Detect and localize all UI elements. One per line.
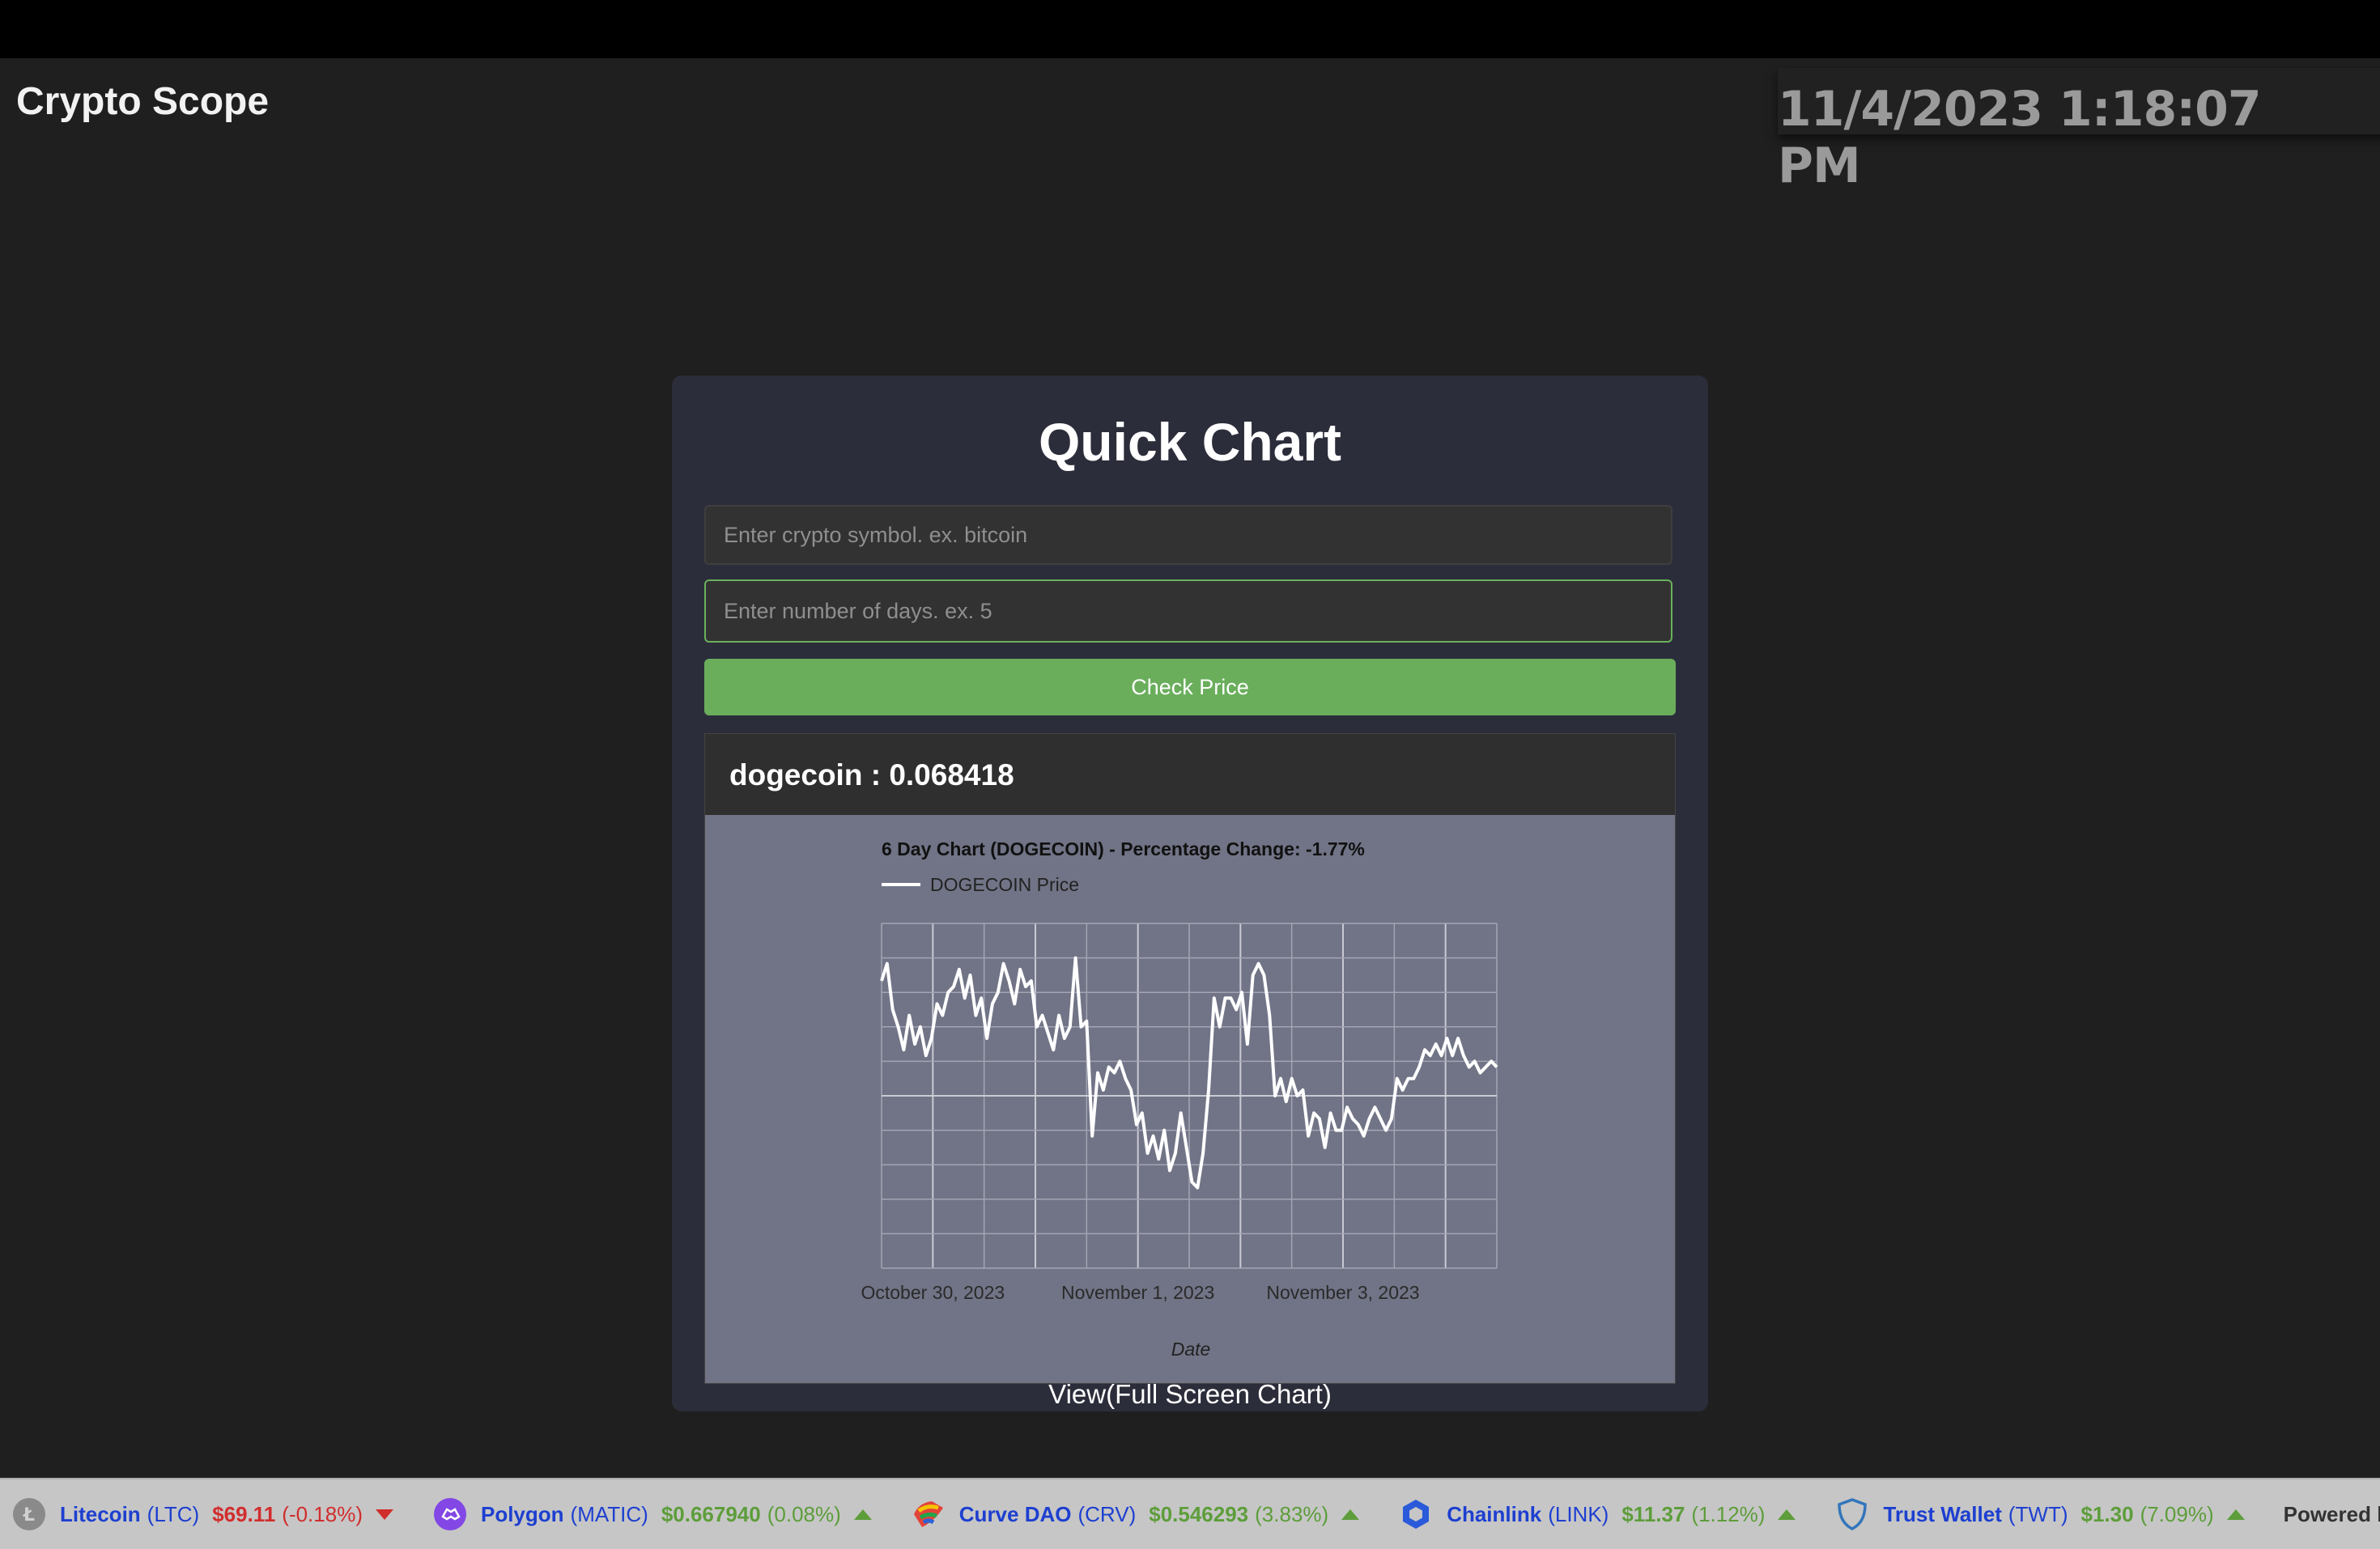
arrow-up-icon [853,1509,872,1520]
top-bar [0,0,2380,58]
app-brand: Crypto Scope [16,80,270,123]
coin-price: $1.30 [2080,1501,2134,1526]
coin-price: $11.37 [1621,1501,1685,1526]
coin-name: Litecoin [60,1501,141,1526]
coin-change: (-0.18%) [282,1501,363,1526]
price-result: dogecoin : 0.068418 [729,758,1014,791]
coin-name: Curve DAO [958,1501,1072,1526]
arrow-up-icon [2226,1509,2245,1520]
x-axis-label: Date [1171,1339,1211,1360]
powered-by-label: Powered by [2283,1501,2380,1526]
arrow-up-icon [1341,1509,1360,1520]
arrow-down-icon [375,1509,393,1520]
check-price-button[interactable]: Check Price [704,659,1676,715]
svg-text:Ł: Ł [23,1505,35,1526]
ticker-item[interactable]: Chainlink (LINK) $11.37 (1.12%) [1398,1496,1796,1532]
result-panel: dogecoin : 0.068418 6 Day Chart (DOGECOI… [704,733,1676,1384]
chainlink-icon [1398,1496,1434,1532]
coin-symbol: (CRV) [1077,1501,1137,1526]
ticker-item[interactable]: Trust Wallet (TWT) $1.30 (7.09%) [1834,1496,2245,1532]
quick-chart-card: Quick Chart Check Price dogecoin : 0.068… [672,376,1708,1411]
trust-wallet-icon [1834,1496,1870,1532]
curve-icon [911,1496,946,1532]
coin-name: Polygon [480,1501,564,1526]
days-input[interactable] [704,579,1672,643]
crypto-ticker: Ł Litecoin (LTC) $69.11 (-0.18%) Polygon (MATI… [0,1478,2380,1549]
coin-change: (0.08%) [767,1501,841,1526]
coin-symbol: (LINK) [1548,1501,1609,1526]
price-chart: 6 Day Chart (DOGECOIN) - Percentage Chan… [705,815,1675,1383]
x-tick-label: October 30, 2023 [861,1282,1005,1303]
coin-price: $0.667940 [661,1501,761,1526]
crypto-symbol-input[interactable] [704,505,1672,565]
ticker-item[interactable]: Polygon (MATIC) $0.667940 (0.08%) [432,1496,872,1532]
coin-change: (3.83%) [1255,1501,1329,1526]
coin-symbol: (MATIC) [570,1501,648,1526]
coin-symbol: (TWT) [2008,1501,2068,1526]
x-tick-label: November 1, 2023 [1061,1282,1214,1303]
fullscreen-chart-link[interactable]: View(Full Screen Chart) [672,1379,1708,1410]
ticker-row: Ł Litecoin (LTC) $69.11 (-0.18%) Polygon (MATI… [11,1479,2380,1549]
coin-symbol: (LTC) [147,1501,200,1526]
polygon-icon [432,1496,468,1532]
x-tick-label: November 3, 2023 [1266,1282,1419,1303]
card-title: Quick Chart [1038,412,1342,472]
coin-name: Trust Wallet [1883,1501,2002,1526]
clock-panel: 11/4/2023 1:18:07 PM [1778,68,2380,194]
datetime-display: 11/4/2023 1:18:07 PM [1778,81,2262,194]
coin-price: $69.11 [212,1501,276,1526]
coin-name: Chainlink [1447,1501,1542,1526]
arrow-up-icon [1778,1509,1796,1520]
coin-change: (7.09%) [2140,1501,2214,1526]
legend-label: DOGECOIN Price [930,874,1079,895]
coin-change: (1.12%) [1691,1501,1766,1526]
ticker-item[interactable]: Ł Litecoin (LTC) $69.11 (-0.18%) [11,1496,393,1532]
litecoin-icon: Ł [11,1496,47,1532]
ticker-item[interactable]: Curve DAO (CRV) $0.546293 (3.83%) [911,1496,1360,1532]
coin-price: $0.546293 [1149,1501,1249,1526]
price-chart-svg: 6 Day Chart (DOGECOIN) - Percentage Chan… [861,838,1498,1360]
chart-title: 6 Day Chart (DOGECOIN) - Percentage Chan… [882,838,1365,859]
